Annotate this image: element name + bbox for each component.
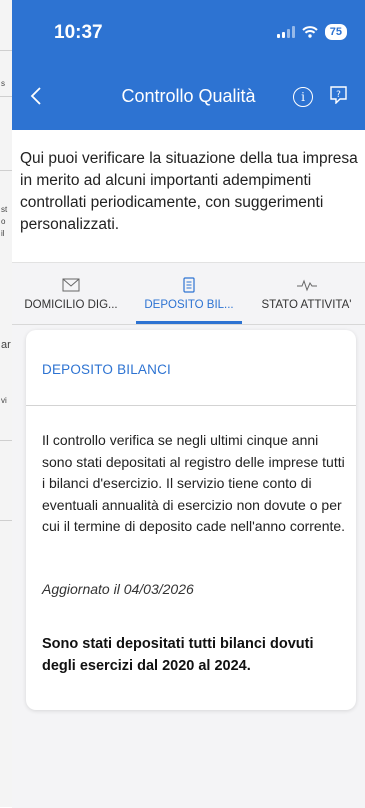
card-divider: [26, 405, 356, 406]
quality-control-sheet: 10:37 75 Controllo Qualità i ? Qui puoi …: [12, 0, 365, 808]
background-text: il: [1, 229, 5, 238]
help-button[interactable]: ?: [330, 86, 347, 105]
background-divider: [0, 440, 12, 441]
signal-icon: [276, 26, 295, 38]
background-text: st: [1, 205, 8, 214]
tab-label: STATO ATTIVITA': [261, 299, 352, 311]
tabs-divider: [12, 324, 365, 325]
wifi-icon: [302, 26, 318, 38]
card-title: DEPOSITO BILANCI: [42, 362, 171, 377]
help-chat-icon: ?: [330, 86, 347, 105]
card-description: Il controllo verifica se negli ultimi ci…: [42, 432, 346, 534]
background-divider: [0, 50, 12, 51]
background-text: ar: [1, 339, 11, 351]
info-icon: i: [301, 90, 305, 104]
tab-deposito-bilanci[interactable]: DEPOSITO BIL...: [130, 263, 248, 325]
document-icon: [183, 277, 195, 293]
last-updated-text: Aggiornato il 04/03/2026: [42, 581, 194, 597]
tab-label: DEPOSITO BIL...: [144, 299, 234, 311]
status-time: 10:37: [54, 22, 103, 43]
svg-text:?: ?: [336, 90, 341, 100]
check-result-text: Sono stati depositati tutti bilanci dovu…: [42, 636, 314, 674]
tab-label: DOMICILIO DIG...: [24, 299, 118, 311]
deposito-bilanci-card: DEPOSITO BILANCI Il controllo verifica s…: [26, 330, 356, 710]
tab-domicilio-digitale[interactable]: DOMICILIO DIG...: [12, 263, 130, 325]
pulse-icon: [296, 279, 317, 292]
tab-stato-attivita[interactable]: STATO ATTIVITA': [248, 263, 365, 325]
info-button[interactable]: i: [293, 87, 313, 107]
background-text: vi: [1, 396, 7, 405]
background-text: s: [1, 79, 5, 88]
status-icons: 75: [276, 24, 347, 40]
background-text: o: [1, 217, 6, 226]
battery-icon: 75: [324, 24, 347, 40]
intro-text: Qui puoi verificare la situazione della …: [20, 150, 358, 233]
background-divider: [0, 96, 12, 97]
background-divider: [0, 170, 12, 171]
envelope-icon: [62, 278, 80, 292]
header-bar: 10:37 75 Controllo Qualità i ?: [12, 0, 365, 130]
background-divider: [0, 520, 12, 521]
